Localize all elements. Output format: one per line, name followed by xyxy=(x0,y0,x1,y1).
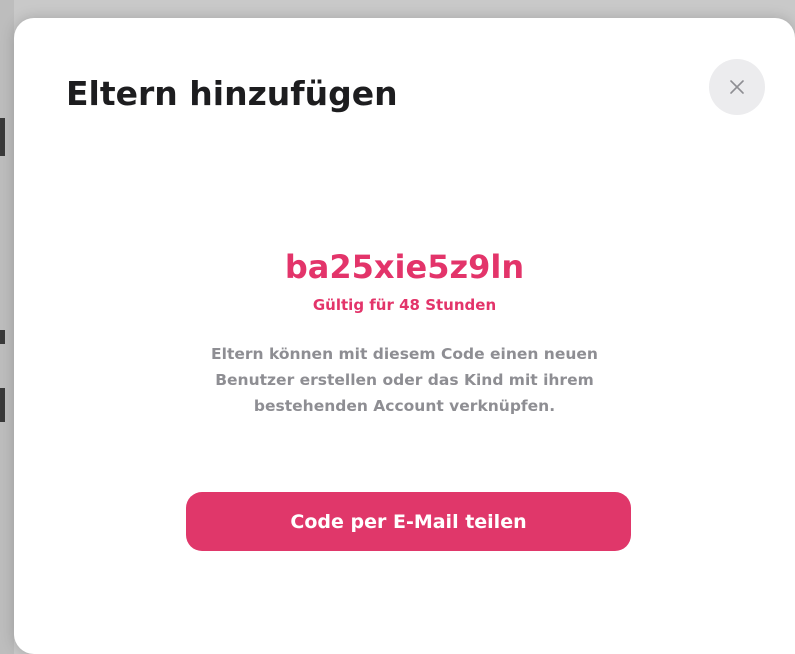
background-mark xyxy=(0,388,5,422)
background-page-edge xyxy=(0,0,14,654)
close-button[interactable] xyxy=(709,59,765,115)
share-code-email-button[interactable]: Code per E-Mail teilen xyxy=(186,492,631,551)
close-icon xyxy=(730,80,744,94)
background-mark xyxy=(0,330,5,344)
invite-code: ba25xie5z9ln xyxy=(284,248,525,286)
invite-code-section: ba25xie5z9ln Gültig für 48 Stunden xyxy=(14,244,795,316)
code-validity-note: Gültig für 48 Stunden xyxy=(312,296,497,314)
add-parent-dialog: Eltern hinzufügen ba25xie5z9ln Gültig fü… xyxy=(14,18,795,654)
background-mark xyxy=(0,118,5,156)
code-description: Eltern können mit diesem Code einen neue… xyxy=(211,345,598,415)
dialog-title: Eltern hinzufügen xyxy=(66,74,398,113)
